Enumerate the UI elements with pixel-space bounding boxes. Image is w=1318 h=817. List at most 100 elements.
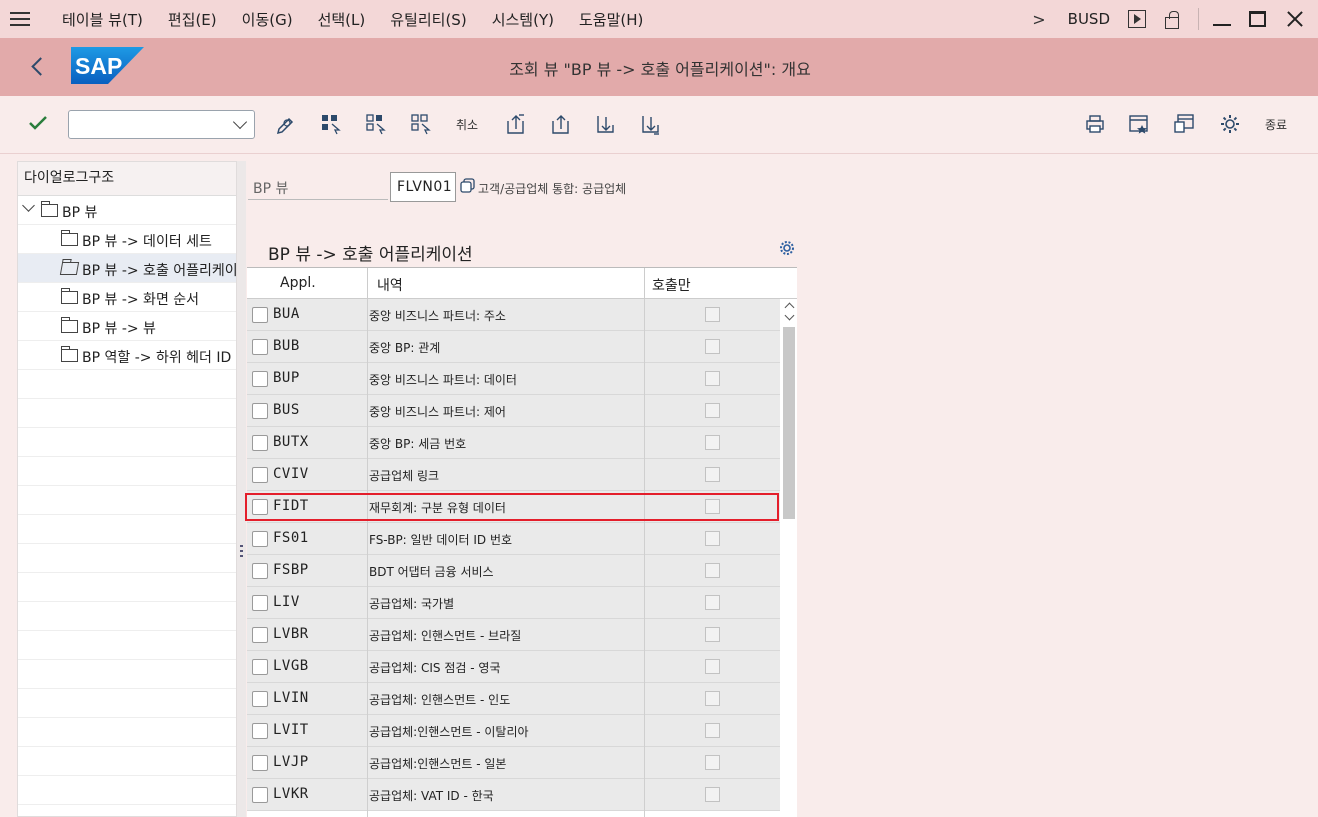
next-page-icon[interactable]: [595, 113, 617, 135]
table-row[interactable]: LIV 공급업체: 국가별: [247, 587, 780, 619]
display-change-icon[interactable]: [275, 113, 297, 135]
row-selector[interactable]: [252, 403, 268, 419]
maximize-icon[interactable]: [1249, 11, 1266, 27]
minimize-icon[interactable]: [1213, 10, 1231, 28]
table-row[interactable]: LVBR 공급업체: 인핸스먼트 - 브라질: [247, 619, 780, 651]
new-session-icon[interactable]: [1173, 113, 1195, 135]
table-row[interactable]: LVKR 공급업체: VAT ID - 한국: [247, 779, 780, 811]
chevron-down-icon[interactable]: [232, 114, 248, 130]
hamburger-menu-icon[interactable]: [10, 12, 30, 26]
print-icon[interactable]: [1084, 113, 1106, 135]
settings-icon[interactable]: [1219, 113, 1241, 135]
deselect-all-icon[interactable]: [410, 113, 432, 135]
command-field[interactable]: [68, 110, 255, 139]
tree-item-view[interactable]: BP 뷰 -> 뷰: [18, 312, 236, 341]
previous-page-icon[interactable]: [550, 113, 572, 135]
table-row[interactable]: BUTX 중앙 BP: 세금 번호: [247, 427, 780, 459]
call-only-checkbox[interactable]: [705, 659, 720, 674]
cancel-button[interactable]: 취소: [456, 116, 478, 133]
tree-item-screen-sequence[interactable]: BP 뷰 -> 화면 순서: [18, 283, 236, 312]
scrollbar-thumb[interactable]: [783, 327, 795, 519]
back-button[interactable]: [30, 57, 44, 77]
column-header-call-only[interactable]: 호출만: [652, 275, 691, 295]
call-only-checkbox[interactable]: [705, 595, 720, 610]
row-selector[interactable]: [252, 499, 268, 515]
row-selector[interactable]: [252, 531, 268, 547]
row-selector[interactable]: [252, 339, 268, 355]
row-selector[interactable]: [252, 435, 268, 451]
first-page-icon[interactable]: [505, 113, 527, 135]
table-settings-icon[interactable]: [779, 240, 795, 256]
tree-item-call-application[interactable]: BP 뷰 -> 호출 어플리케이션: [18, 254, 236, 283]
select-all-icon[interactable]: [320, 113, 342, 135]
table-row[interactable]: LVIN 공급업체: 인핸스먼트 - 인도: [247, 683, 780, 715]
tree-empty-row: [18, 631, 236, 660]
last-page-icon[interactable]: [640, 113, 662, 135]
table-row[interactable]: FSBP BDT 어댑터 금융 서비스: [247, 555, 780, 587]
copy-icon[interactable]: [459, 177, 476, 194]
column-header-desc[interactable]: 내역: [377, 275, 403, 295]
select-block-icon[interactable]: [365, 113, 387, 135]
call-only-checkbox[interactable]: [705, 371, 720, 386]
menu-item-utilities[interactable]: 유틸리티(S): [390, 9, 466, 30]
row-selector[interactable]: [252, 627, 268, 643]
tree-item-label: BP 역할 -> 하위 헤더 ID: [82, 350, 232, 366]
column-header-appl[interactable]: Appl.: [280, 275, 316, 291]
menu-item-goto[interactable]: 이동(G): [242, 9, 293, 30]
table-row[interactable]: LVIT 공급업체:인핸스먼트 - 이탈리아: [247, 715, 780, 747]
table-row[interactable]: BUA 중앙 비즈니스 파트너: 주소: [247, 299, 780, 331]
menu-item-edit[interactable]: 편집(E): [168, 9, 217, 30]
row-selector[interactable]: [252, 563, 268, 579]
call-only-checkbox[interactable]: [705, 339, 720, 354]
table-row[interactable]: BUP 중앙 비즈니스 파트너: 데이터: [247, 363, 780, 395]
call-only-checkbox[interactable]: [705, 499, 720, 514]
table-row[interactable]: CVIV 공급업체 링크: [247, 459, 780, 491]
call-only-checkbox[interactable]: [705, 467, 720, 482]
close-icon[interactable]: [1286, 10, 1304, 28]
table-row[interactable]: FIDT 재무회계: 구분 유형 데이터: [247, 491, 780, 523]
table-row[interactable]: LVJP 공급업체:인핸스먼트 - 일본: [247, 747, 780, 779]
menu-item-system[interactable]: 시스템(Y): [492, 9, 554, 30]
call-only-checkbox[interactable]: [705, 531, 720, 546]
row-selector[interactable]: [252, 787, 268, 803]
tree-item-subheader-id[interactable]: BP 역할 -> 하위 헤더 ID: [18, 341, 236, 370]
panel-splitter[interactable]: [237, 161, 246, 817]
call-only-checkbox[interactable]: [705, 691, 720, 706]
lock-icon[interactable]: [1163, 10, 1181, 29]
call-only-checkbox[interactable]: [705, 563, 720, 578]
call-only-checkbox[interactable]: [705, 723, 720, 738]
menu-item-table-view[interactable]: 테이블 뷰(T): [62, 9, 143, 30]
row-selector[interactable]: [252, 691, 268, 707]
check-icon[interactable]: [28, 115, 48, 131]
call-only-checkbox[interactable]: [705, 435, 720, 450]
expand-caret-icon[interactable]: [22, 199, 35, 212]
call-only-checkbox[interactable]: [705, 787, 720, 802]
call-only-checkbox[interactable]: [705, 307, 720, 322]
call-only-checkbox[interactable]: [705, 627, 720, 642]
favorite-icon[interactable]: [1128, 113, 1150, 135]
play-icon[interactable]: [1128, 10, 1146, 28]
row-selector[interactable]: [252, 723, 268, 739]
row-selector[interactable]: [252, 755, 268, 771]
tree-item-data-set[interactable]: BP 뷰 -> 데이터 세트: [18, 225, 236, 254]
menu-item-help[interactable]: 도움말(H): [579, 9, 643, 30]
row-selector[interactable]: [252, 307, 268, 323]
bp-view-field[interactable]: FLVN01: [390, 172, 456, 202]
table-row[interactable]: BUS 중앙 비즈니스 파트너: 제어: [247, 395, 780, 427]
splitter-grip-icon[interactable]: [240, 545, 243, 559]
row-selector[interactable]: [252, 467, 268, 483]
exit-button[interactable]: 종료: [1265, 116, 1287, 133]
row-selector[interactable]: [252, 595, 268, 611]
table-row[interactable]: FS01 FS-BP: 일반 데이터 ID 번호: [247, 523, 780, 555]
call-only-checkbox[interactable]: [705, 403, 720, 418]
row-selector[interactable]: [252, 371, 268, 387]
row-selector[interactable]: [252, 659, 268, 675]
table-row[interactable]: BUB 중앙 BP: 관계: [247, 331, 780, 363]
expand-chevron-icon[interactable]: >: [1032, 10, 1045, 29]
row-appl: BUB: [273, 338, 300, 354]
call-application-table: Appl. 내역 호출만 BUA 중앙 비즈니스 파트너: 주소 BUB 중앙 …: [247, 267, 797, 817]
table-row[interactable]: LVGB 공급업체: CIS 점검 - 영국: [247, 651, 780, 683]
menu-item-selection[interactable]: 선택(L): [318, 9, 366, 30]
tree-root[interactable]: BP 뷰: [18, 196, 236, 225]
call-only-checkbox[interactable]: [705, 755, 720, 770]
